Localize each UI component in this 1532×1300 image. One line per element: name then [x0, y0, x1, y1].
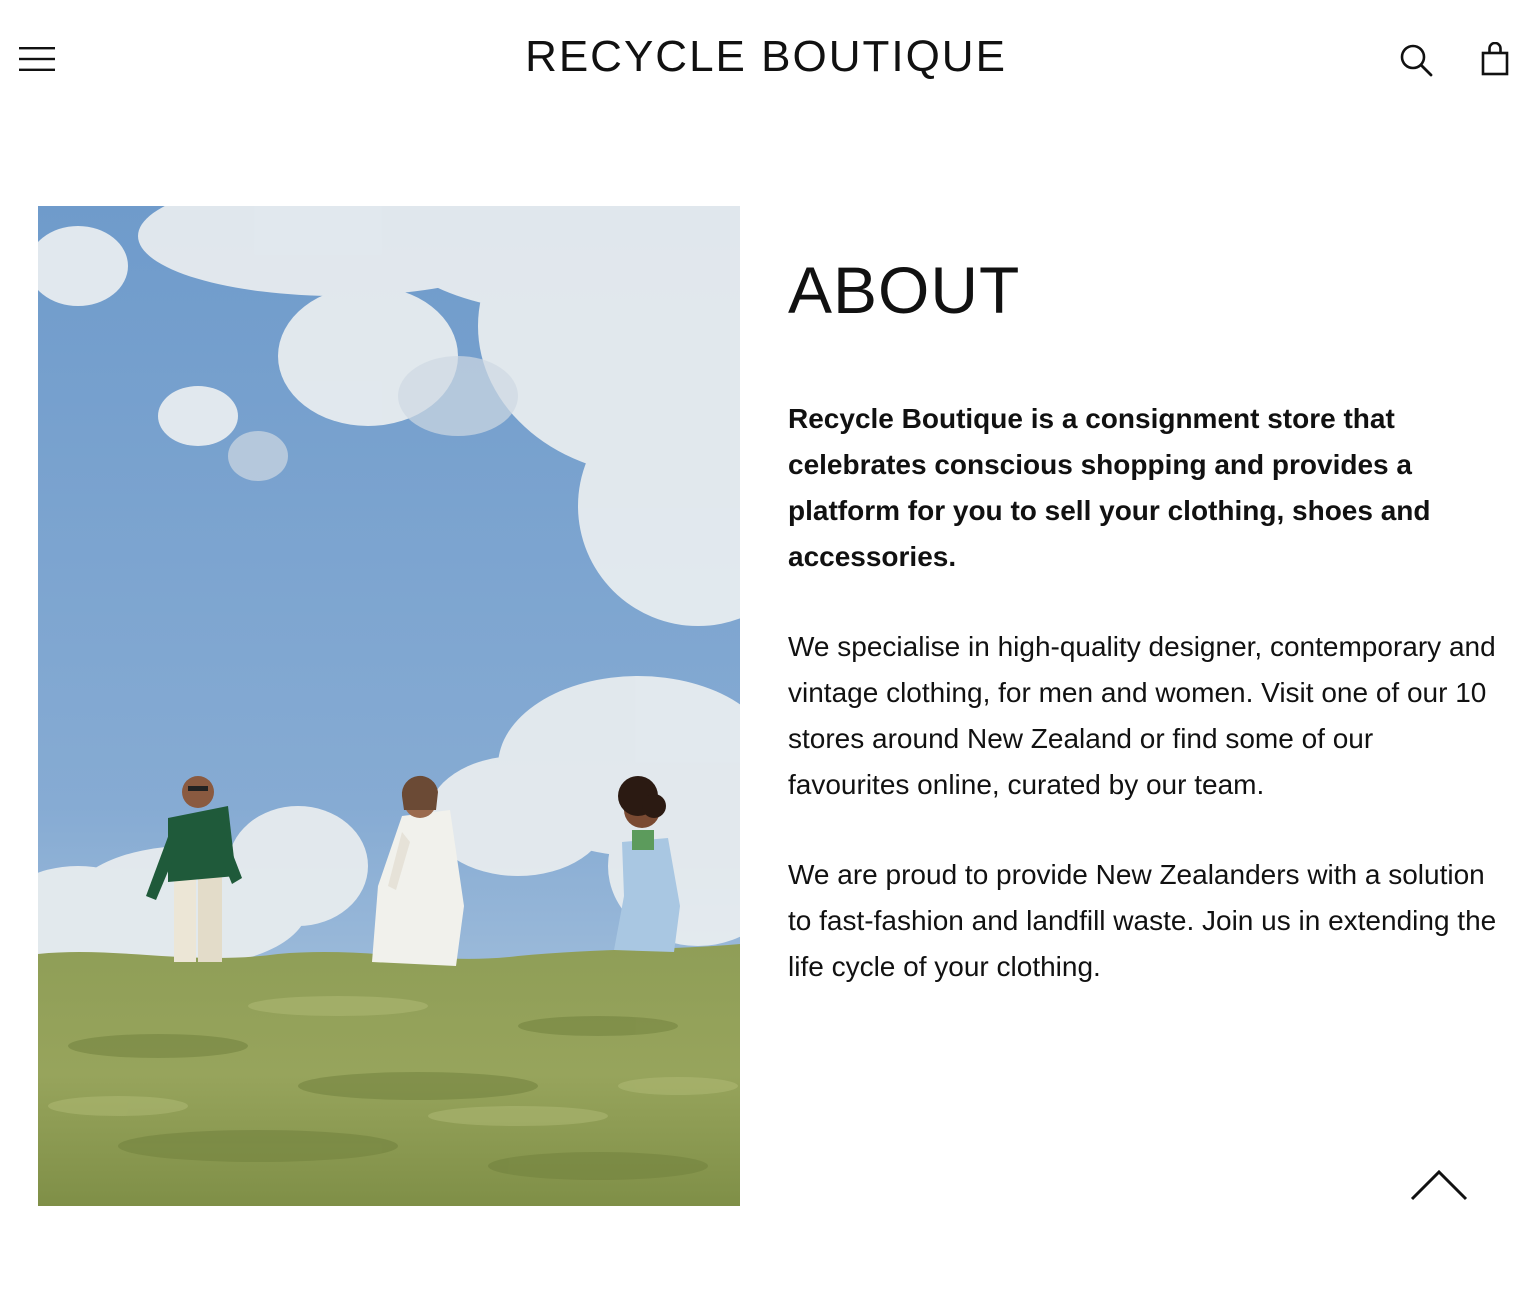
page-title: ABOUT: [788, 253, 1021, 327]
about-intro: Recycle Boutique is a consignment store …: [788, 403, 1431, 572]
logo-link[interactable]: RECYCLE BOUTIQUE: [525, 32, 1007, 81]
about-paragraph-2: We specialise in high-quality designer, …: [788, 631, 1496, 800]
about-paragraph-3: We are proud to provide New Zealanders w…: [788, 859, 1497, 982]
shopping-bag-icon: [1481, 42, 1509, 76]
search-button[interactable]: [1394, 38, 1438, 82]
hero-photo: [38, 206, 740, 1206]
site-logo: RECYCLE BOUTIQUE: [0, 32, 1532, 82]
cart-button[interactable]: [1474, 36, 1516, 82]
site-header: RECYCLE BOUTIQUE: [0, 0, 1532, 118]
about-section: ABOUT Recycle Boutique is a consignment …: [788, 250, 1500, 1034]
chevron-up-icon: [1410, 1169, 1468, 1201]
back-to-top-button[interactable]: [1406, 1164, 1472, 1206]
search-icon: [1400, 44, 1433, 77]
photo-three-people-on-grassy-hill: [38, 206, 740, 1206]
